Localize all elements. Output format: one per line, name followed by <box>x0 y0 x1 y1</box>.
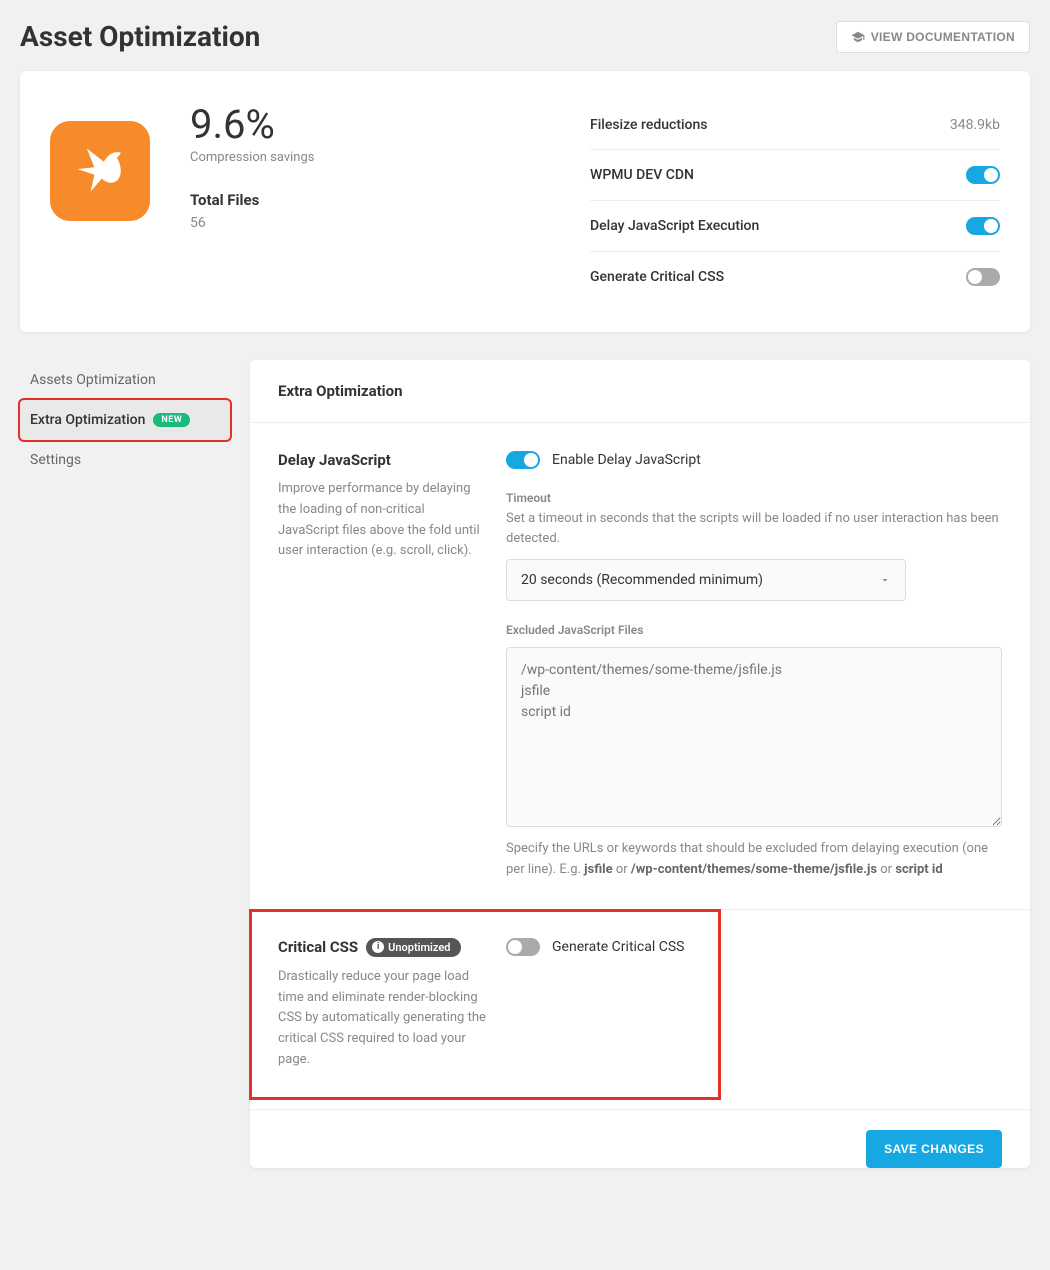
info-icon: i <box>372 941 384 953</box>
sidebar-item-settings[interactable]: Settings <box>20 440 230 480</box>
excluded-files-textarea[interactable] <box>506 647 1002 827</box>
delay-js-summary-toggle[interactable] <box>966 217 1000 235</box>
sidebar-item-label: Extra Optimization <box>30 412 145 428</box>
hummingbird-icon <box>70 141 130 201</box>
compression-percent: 9.6% <box>190 101 314 148</box>
generate-critical-css-label: Generate Critical CSS <box>552 939 684 955</box>
generate-critical-css-toggle[interactable] <box>506 938 540 956</box>
graduation-cap-icon <box>851 30 865 44</box>
unoptimized-badge: i Unoptimized <box>366 938 460 957</box>
app-logo <box>50 121 150 221</box>
summary-row-delay-js: Delay JavaScript Execution <box>590 201 1000 252</box>
content-card: Extra Optimization Delay JavaScript Impr… <box>250 360 1030 1168</box>
enable-delay-js-label: Enable Delay JavaScript <box>552 452 701 468</box>
summary-row-critical-css: Generate Critical CSS <box>590 252 1000 302</box>
summary-row-label: Filesize reductions <box>590 117 708 133</box>
doc-button-label: VIEW DOCUMENTATION <box>871 30 1015 44</box>
excluded-label: Excluded JavaScript Files <box>506 623 1002 637</box>
summary-row-value: 348.9kb <box>950 117 1000 133</box>
timeout-select-value: 20 seconds (Recommended minimum) <box>521 572 763 588</box>
excluded-hint: Specify the URLs or keywords that should… <box>506 839 1002 881</box>
sidebar-item-label: Assets Optimization <box>30 372 156 388</box>
chevron-down-icon <box>879 574 891 586</box>
sidebar-item-extra-optimization[interactable]: Extra Optimization NEW <box>20 400 230 440</box>
timeout-select[interactable]: 20 seconds (Recommended minimum) <box>506 559 906 601</box>
save-changes-button[interactable]: SAVE CHANGES <box>866 1130 1002 1168</box>
critical-css-label: Critical CSS <box>278 938 358 956</box>
view-documentation-button[interactable]: VIEW DOCUMENTATION <box>836 21 1030 53</box>
timeout-label: Timeout <box>506 491 1002 505</box>
content-title: Extra Optimization <box>278 382 1002 400</box>
timeout-hint: Set a timeout in seconds that the script… <box>506 509 1002 549</box>
summary-row-cdn: WPMU DEV CDN <box>590 150 1000 201</box>
page-title: Asset Optimization <box>20 20 260 53</box>
enable-delay-js-toggle[interactable] <box>506 451 540 469</box>
summary-card: 9.6% Compression savings Total Files 56 … <box>20 71 1030 332</box>
critical-css-summary-toggle[interactable] <box>966 268 1000 286</box>
summary-row-label: WPMU DEV CDN <box>590 167 694 183</box>
new-badge: NEW <box>153 413 190 427</box>
total-files-label: Total Files <box>190 191 314 209</box>
summary-row-filesize: Filesize reductions 348.9kb <box>590 101 1000 150</box>
delay-js-desc: Improve performance by delaying the load… <box>278 479 488 562</box>
sidebar-item-label: Settings <box>30 452 81 468</box>
section-delay-js: Delay JavaScript Improve performance by … <box>250 423 1030 910</box>
critical-css-desc: Drastically reduce your page load time a… <box>278 967 488 1071</box>
sidebar: Assets Optimization Extra Optimization N… <box>20 360 230 480</box>
compression-label: Compression savings <box>190 150 314 165</box>
delay-js-label: Delay JavaScript <box>278 451 391 469</box>
cdn-toggle[interactable] <box>966 166 1000 184</box>
summary-row-label: Delay JavaScript Execution <box>590 218 759 234</box>
total-files-value: 56 <box>190 215 314 231</box>
section-critical-css: Critical CSS i Unoptimized Drastically r… <box>250 910 720 1099</box>
sidebar-item-assets-optimization[interactable]: Assets Optimization <box>20 360 230 400</box>
summary-row-label: Generate Critical CSS <box>590 269 724 285</box>
